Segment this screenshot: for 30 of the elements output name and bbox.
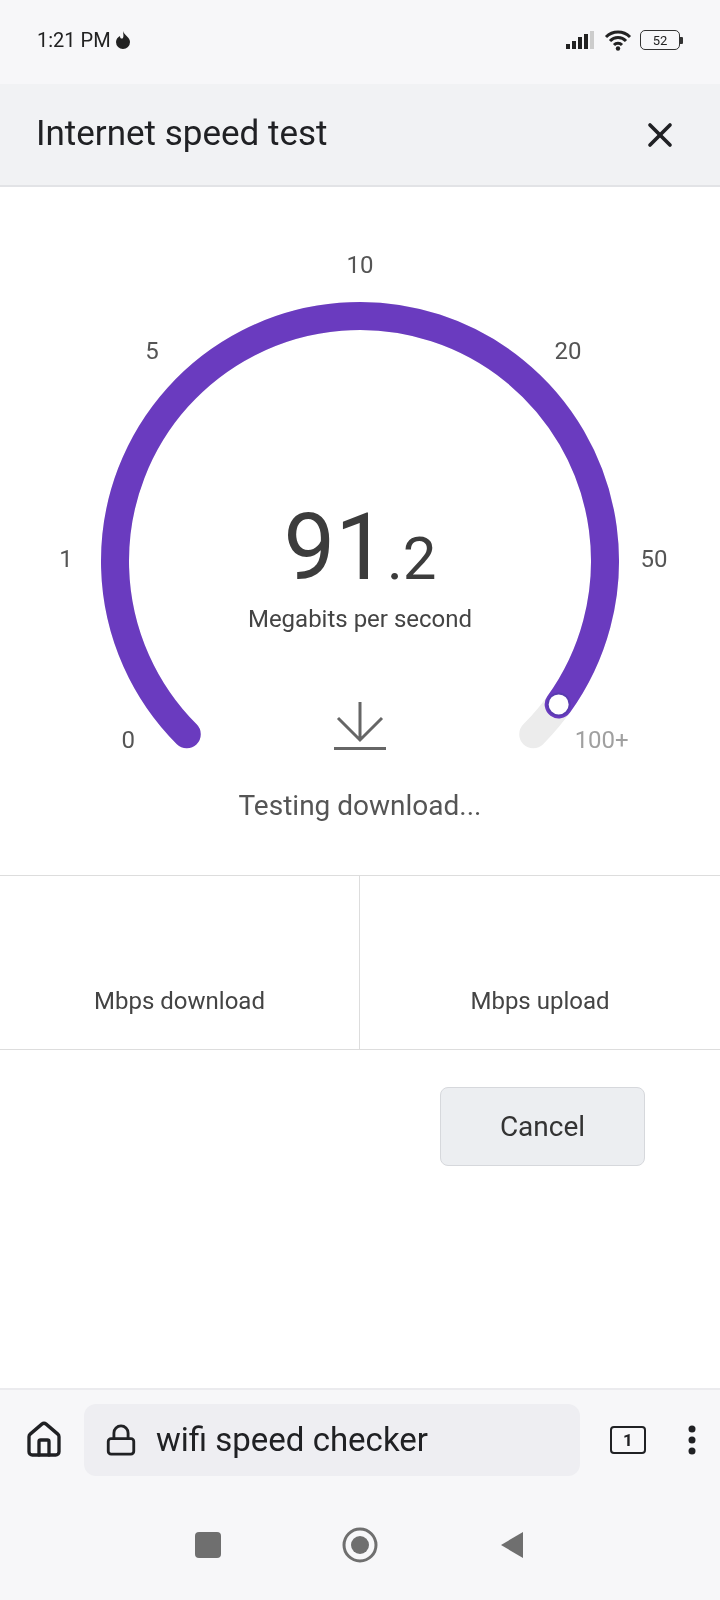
gauge-scale-label: 5 bbox=[145, 337, 159, 366]
download-icon bbox=[334, 700, 386, 750]
home-button[interactable] bbox=[24, 1420, 64, 1460]
home-icon bbox=[24, 1420, 64, 1460]
gauge-scale-label: 1 bbox=[59, 545, 73, 574]
menu-icon bbox=[688, 1425, 696, 1455]
home-nav-button[interactable] bbox=[341, 1526, 379, 1564]
gauge-scale-label: 20 bbox=[554, 337, 582, 366]
back-button[interactable] bbox=[499, 1530, 525, 1560]
gauge-scale-label: 0 bbox=[121, 726, 136, 755]
url-text: wifi speed checker bbox=[156, 1419, 428, 1462]
cancel-button[interactable]: Cancel bbox=[440, 1087, 645, 1166]
gauge-scale-label: 100+ bbox=[574, 726, 629, 755]
status-time: 1:21 PM bbox=[37, 27, 111, 54]
lock-icon bbox=[104, 1423, 138, 1457]
address-bar[interactable]: wifi speed checker bbox=[84, 1404, 580, 1476]
speed-unit: Megabits per second bbox=[247, 605, 473, 634]
menu-button[interactable] bbox=[688, 1425, 696, 1455]
gauge-scale-label: 50 bbox=[640, 545, 668, 574]
page-title: Internet speed test bbox=[36, 112, 328, 157]
result-label: Mbps upload bbox=[470, 986, 610, 1017]
speed-reading: 91.2 bbox=[283, 494, 437, 601]
wifi-icon bbox=[604, 29, 632, 51]
flame-icon bbox=[114, 31, 131, 49]
result-label: Mbps download bbox=[94, 986, 265, 1017]
signal-icon bbox=[566, 31, 596, 49]
tab-switcher-button[interactable]: 1 bbox=[610, 1426, 646, 1454]
battery-icon: 52 bbox=[640, 30, 683, 50]
test-status: Testing download... bbox=[238, 789, 482, 823]
gauge-scale-label: 10 bbox=[346, 251, 374, 280]
